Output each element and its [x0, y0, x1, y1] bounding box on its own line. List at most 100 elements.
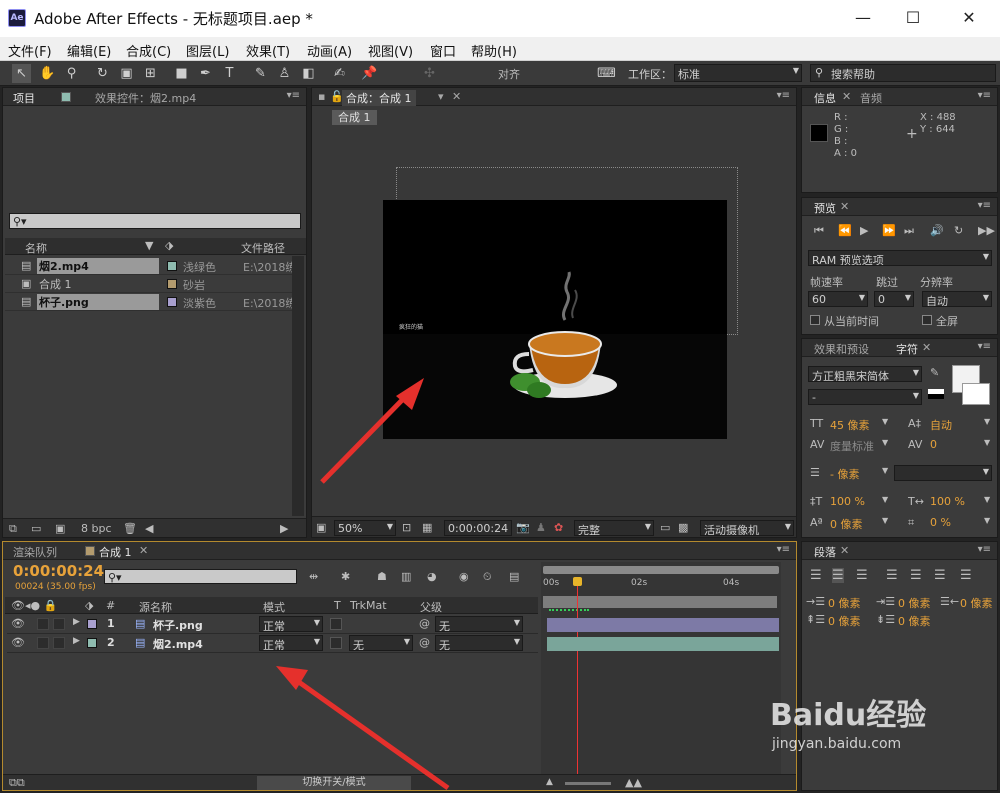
tab-render-queue[interactable]: 渲染队列 — [13, 544, 57, 560]
tab-character[interactable]: 字符 — [896, 341, 918, 357]
camera-select[interactable]: 活动摄像机 — [700, 520, 794, 536]
font-family-select[interactable]: 方正粗黑宋简体 — [808, 366, 922, 382]
hand-tool-icon[interactable]: ✋ — [38, 64, 57, 83]
sort-chevron-icon[interactable]: ▼ — [145, 239, 153, 252]
playhead-handle[interactable] — [573, 577, 582, 586]
chevron-down-icon[interactable]: ▼ — [882, 438, 888, 447]
align-left-icon[interactable]: ☰ — [810, 568, 822, 583]
project-search-input[interactable]: ⚲▾ — [9, 213, 301, 229]
panel-menu-icon[interactable]: ▾≡ — [777, 90, 790, 101]
tsume-value[interactable]: 0 % — [930, 516, 951, 529]
menu-animation[interactable]: 动画(A) — [307, 41, 352, 60]
grid-toggle-icon[interactable]: ▦ — [422, 521, 432, 534]
loop-icon[interactable]: ↻ — [954, 224, 963, 237]
chevron-down-icon[interactable]: ▼ — [984, 495, 990, 504]
color-channels-icon[interactable]: ✿ — [554, 521, 563, 534]
comp-canvas[interactable]: 疯狂的猫 — [383, 200, 727, 439]
layer-mode-select[interactable]: 正常 — [259, 635, 323, 651]
chevron-down-icon[interactable]: ▼ — [882, 417, 888, 426]
tab-close-icon[interactable]: ✕ — [840, 200, 849, 213]
menu-view[interactable]: 视图(V) — [368, 41, 413, 60]
motion-blur-icon[interactable]: ◕ — [427, 570, 437, 583]
col-source-name[interactable]: 源名称 — [139, 599, 172, 615]
chevron-down-icon[interactable]: ▼ — [882, 466, 888, 475]
project-item[interactable]: ▣ 合成 1 砂岩 — [5, 275, 293, 293]
label-tag-icon[interactable]: ⬗ — [165, 239, 173, 252]
tab-close-icon[interactable]: ✕ — [840, 544, 849, 557]
layer-mode-select[interactable]: 正常 — [259, 616, 323, 632]
indent-left-value[interactable]: 0 像素 — [828, 595, 861, 611]
tab-audio[interactable]: 音频 — [860, 90, 882, 106]
project-item-name[interactable]: 合成 1 — [37, 276, 159, 292]
interpret-footage-icon[interactable]: ⧉ — [9, 522, 17, 536]
selection-tool-icon[interactable]: ↖ — [12, 64, 31, 83]
eye-icon[interactable]: 👁 — [11, 617, 25, 630]
tab-close-icon[interactable]: ✕ — [139, 544, 148, 557]
solo-toggle[interactable] — [37, 637, 49, 649]
new-comp-icon[interactable]: ▣ — [55, 522, 65, 535]
col-name[interactable]: 名称 — [25, 240, 47, 256]
menu-window[interactable]: 窗口 — [430, 41, 456, 60]
justify-center-icon[interactable]: ☰ — [910, 568, 922, 583]
stroke-color-swatch[interactable] — [962, 383, 990, 405]
menu-help[interactable]: 帮助(H) — [471, 41, 517, 60]
zoom-out-icon[interactable]: ▲ — [546, 777, 553, 787]
graph-editor-icon[interactable]: ◉ — [459, 570, 469, 583]
justify-left-icon[interactable]: ☰ — [886, 568, 898, 583]
from-current-checkbox[interactable] — [810, 315, 820, 325]
scroll-left-icon[interactable]: ◀ — [145, 522, 153, 535]
menu-composition[interactable]: 合成(C) — [126, 41, 171, 60]
comp-mini-flowchart-icon[interactable]: ⇹ — [309, 570, 318, 583]
zoom-in-icon[interactable]: ▲▲ — [625, 776, 642, 789]
first-frame-icon[interactable]: ⏮ — [814, 224, 824, 238]
tab-close-icon[interactable]: ✕ — [922, 341, 931, 354]
skip-select[interactable]: 0 — [874, 291, 914, 307]
show-snapshot-icon[interactable]: ♟ — [536, 521, 546, 534]
layer-label-color[interactable] — [87, 619, 97, 629]
align-center-icon[interactable]: ☰ — [832, 568, 844, 583]
label-color-swatch[interactable] — [167, 279, 177, 289]
vertical-scale-value[interactable]: 100 % — [830, 495, 865, 508]
pen-tool-icon[interactable]: ✒ — [196, 64, 215, 83]
always-preview-icon[interactable]: ▣ — [316, 521, 326, 534]
project-scrollbar[interactable] — [292, 256, 304, 516]
parent-select[interactable]: 无 — [435, 635, 523, 651]
layer-source-name[interactable]: 烟2.mp4 — [153, 636, 203, 652]
eraser-tool-icon[interactable]: ◧ — [299, 64, 318, 83]
panel-menu-icon[interactable]: ▾≡ — [287, 90, 300, 101]
expand-triangle-icon[interactable]: ▶ — [73, 617, 80, 627]
zoom-select[interactable]: 50% — [334, 520, 396, 536]
current-time-indicator[interactable] — [577, 578, 578, 790]
close-button[interactable]: ✕ — [946, 4, 992, 32]
menu-edit[interactable]: 编辑(E) — [67, 41, 111, 60]
clone-stamp-tool-icon[interactable]: ♙ — [275, 64, 294, 83]
frame-blending-icon[interactable]: ▥ — [401, 570, 411, 583]
fullscreen-checkbox[interactable] — [922, 315, 932, 325]
framerate-select[interactable]: 60 — [808, 291, 868, 307]
trash-icon[interactable]: 🗑 — [123, 522, 137, 535]
chevron-down-icon[interactable]: ▼ — [984, 417, 990, 426]
eyedropper-icon[interactable]: ✎ — [930, 366, 939, 379]
text-tool-icon[interactable]: T — [220, 64, 239, 83]
pan-behind-tool-icon[interactable]: ⊞ — [141, 64, 160, 83]
col-path[interactable]: 文件路径 — [241, 240, 285, 256]
current-time-field[interactable]: 0:00:00:24 — [444, 520, 512, 536]
stroke-width-value[interactable]: - 像素 — [830, 466, 859, 482]
expand-switches-icon[interactable]: ⧉⧉ — [9, 776, 25, 790]
tab-effect-controls[interactable]: 效果控件：烟2.mp4 — [95, 90, 196, 106]
resolution-select[interactable]: 自动 — [922, 291, 992, 307]
axis-mode-icon[interactable]: ✣ — [420, 64, 439, 83]
tab-close-icon[interactable]: ✕ — [452, 90, 461, 103]
tracking-value[interactable]: 0 — [930, 438, 937, 451]
lock-toggle[interactable] — [53, 618, 65, 630]
work-area-range[interactable] — [543, 596, 777, 608]
timeline-graph-area[interactable]: 00s 02s 04s — [541, 562, 781, 790]
play-icon[interactable]: ▶ — [860, 224, 868, 237]
audio-icon[interactable]: 🔊 — [930, 224, 944, 237]
brainstorm-icon[interactable]: ⏲ — [483, 570, 492, 584]
brush-tool-icon[interactable]: ✎ — [251, 64, 270, 83]
work-area-bar[interactable] — [543, 566, 779, 574]
snapshot-icon[interactable]: 📷 — [516, 521, 530, 534]
expand-triangle-icon[interactable]: ▶ — [73, 636, 80, 646]
horizontal-scale-value[interactable]: 100 % — [930, 495, 965, 508]
